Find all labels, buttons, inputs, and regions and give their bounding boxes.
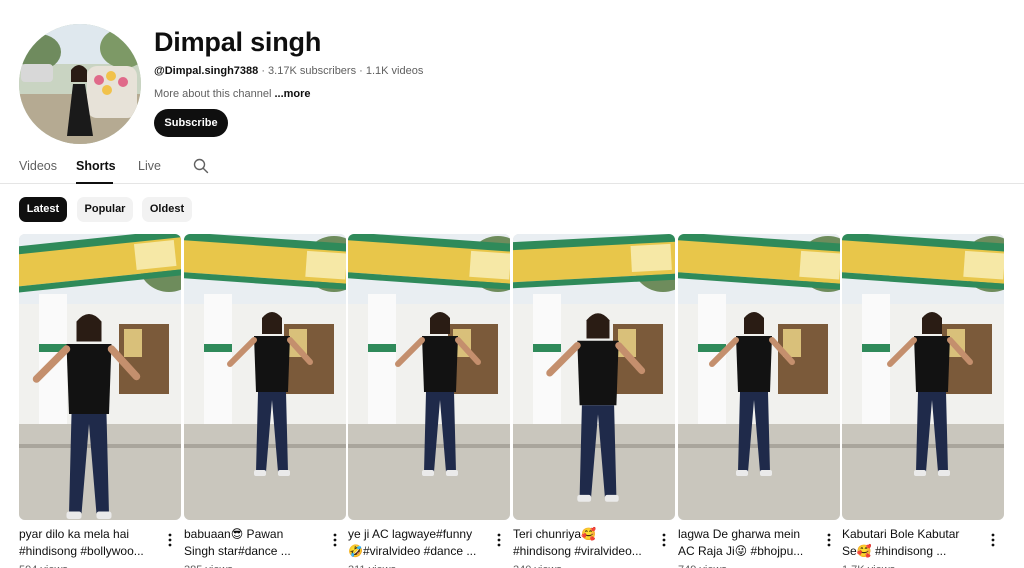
short-title[interactable]: Kabutari Bole Kabutar Se🥰 #hindisong ...	[842, 526, 984, 560]
short-card[interactable]: Teri chunriya🥰 #hindisong #viralvideo...…	[513, 234, 675, 568]
subscribe-button[interactable]: Subscribe	[154, 109, 228, 137]
short-title[interactable]: pyar dilo ka mela hai #hindisong #bollyw…	[19, 526, 161, 560]
subscriber-count: 3.17K subscribers	[268, 65, 357, 77]
tab-live[interactable]: Live	[138, 158, 161, 174]
short-title[interactable]: lagwa De gharwa mein AC Raja Ji😜 #bhojpu…	[678, 526, 820, 560]
short-thumbnail[interactable]	[19, 234, 181, 520]
short-card[interactable]: Kabutari Bole Kabutar Se🥰 #hindisong ...…	[842, 234, 1004, 568]
meta-separator: ·	[258, 65, 269, 77]
short-views: 385 views	[184, 564, 233, 568]
short-title[interactable]: babuaan😎 Pawan Singh star#dance ...	[184, 526, 326, 560]
channel-tabs: Videos Shorts Live	[0, 148, 1024, 184]
short-views: 340 views	[513, 564, 562, 568]
channel-handle: @Dimpal.singh7388	[154, 65, 259, 77]
channel-about[interactable]: More about this channel ...more	[154, 87, 311, 101]
chip-popular[interactable]: Popular	[77, 197, 133, 222]
more-actions-icon[interactable]	[330, 532, 340, 548]
meta-separator: ·	[356, 65, 366, 77]
channel-meta: @Dimpal.singh7388 · 3.17K subscribers · …	[154, 64, 423, 78]
video-count: 1.1K videos	[365, 65, 424, 77]
short-views: 749 views	[678, 564, 727, 568]
short-card[interactable]: babuaan😎 Pawan Singh star#dance ... 385 v…	[184, 234, 346, 568]
more-actions-icon[interactable]	[988, 532, 998, 548]
short-card[interactable]: lagwa De gharwa mein AC Raja Ji😜 #bhojpu…	[678, 234, 840, 568]
short-card[interactable]: ye ji AC lagwaye#funny 🤣#viralvideo #dan…	[348, 234, 510, 568]
short-thumbnail[interactable]	[184, 234, 346, 520]
short-title[interactable]: ye ji AC lagwaye#funny 🤣#viralvideo #dan…	[348, 526, 490, 560]
shorts-grid: pyar dilo ka mela hai #hindisong #bollyw…	[19, 234, 1005, 568]
short-thumbnail[interactable]	[842, 234, 1004, 520]
about-text: More about this channel	[154, 88, 275, 100]
tab-shorts[interactable]: Shorts	[76, 158, 116, 174]
channel-avatar[interactable]	[19, 24, 141, 144]
search-icon[interactable]	[193, 158, 209, 174]
channel-name: Dimpal singh	[154, 27, 322, 57]
more-actions-icon[interactable]	[494, 532, 504, 548]
short-card[interactable]: pyar dilo ka mela hai #hindisong #bollyw…	[19, 234, 181, 568]
short-thumbnail[interactable]	[678, 234, 840, 520]
short-title[interactable]: Teri chunriya🥰 #hindisong #viralvideo...	[513, 526, 655, 560]
more-actions-icon[interactable]	[659, 532, 669, 548]
chip-oldest[interactable]: Oldest	[142, 197, 192, 222]
more-actions-icon[interactable]	[824, 532, 834, 548]
short-views: 594 views	[19, 564, 68, 568]
tab-videos[interactable]: Videos	[19, 158, 57, 174]
short-views: 311 views	[348, 564, 396, 568]
more-actions-icon[interactable]	[165, 532, 175, 548]
short-views: 1.7K views	[842, 564, 895, 568]
short-thumbnail[interactable]	[348, 234, 510, 520]
active-tab-indicator	[76, 182, 113, 184]
more-link[interactable]: ...more	[274, 88, 310, 100]
chip-latest[interactable]: Latest	[19, 197, 67, 222]
short-thumbnail[interactable]	[513, 234, 675, 520]
channel-header: Dimpal singh @Dimpal.singh7388 · 3.17K s…	[19, 24, 1009, 144]
